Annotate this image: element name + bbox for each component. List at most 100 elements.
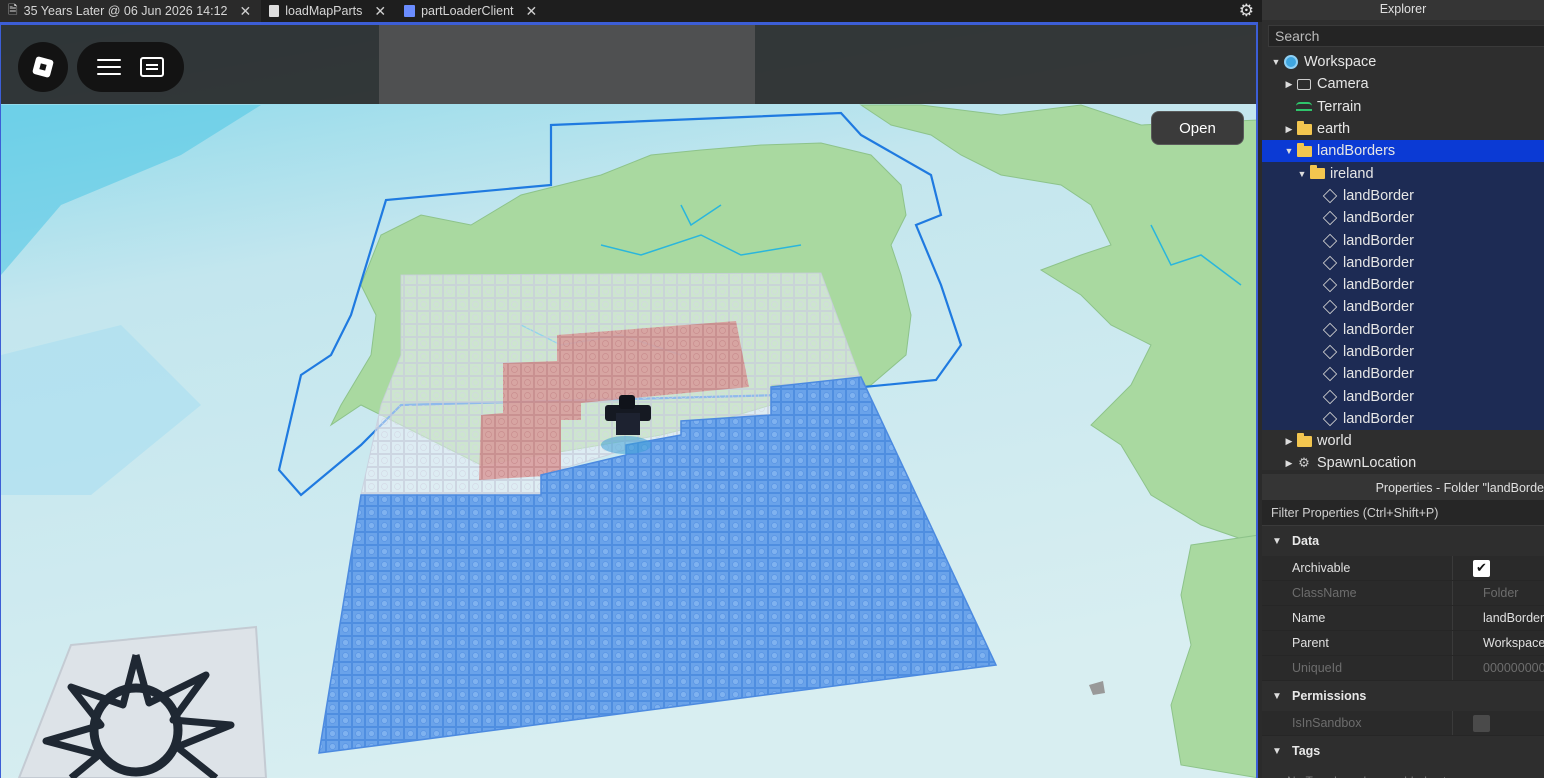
property-row-parent[interactable]: Parent Workspace (1262, 631, 1544, 656)
explorer-item-landborder[interactable]: landBorder (1262, 184, 1544, 208)
gear-icon[interactable]: ⚙ (1239, 1, 1254, 21)
tab-loadmapparts[interactable]: loadMapParts ✕ (261, 0, 396, 22)
map-scene (1, 25, 1256, 778)
spawn-icon: ⚙ (1298, 455, 1310, 470)
explorer-item-ireland[interactable]: ▼ ireland (1262, 162, 1544, 185)
explorer-item-label: Workspace (1304, 54, 1377, 71)
open-button[interactable]: Open (1151, 111, 1244, 145)
chevron-down-icon[interactable]: ▼ (1296, 169, 1308, 179)
property-name: Name (1292, 611, 1326, 625)
close-icon[interactable]: ✕ (526, 3, 538, 20)
folder-icon (1295, 432, 1313, 449)
explorer-item-label: SpawnLocation (1317, 455, 1417, 470)
explorer-search-input[interactable]: Search (1268, 25, 1544, 47)
section-tags[interactable]: ▼ Tags (1262, 736, 1544, 766)
part-icon (1321, 188, 1339, 204)
chevron-right-icon[interactable]: ▶ (1283, 458, 1295, 469)
explorer-item-label: landBorders (1317, 143, 1396, 160)
explorer-item-landborder[interactable]: landBorder (1262, 229, 1544, 252)
explorer-item-workspace[interactable]: ▼ Workspace (1262, 51, 1544, 73)
explorer-item-earth[interactable]: ▶ earth (1262, 118, 1544, 140)
chevron-right-icon[interactable]: ▶ (1283, 124, 1295, 135)
explorer-item-label: Terrain (1317, 98, 1362, 115)
explorer-item-label: landBorder (1343, 410, 1414, 427)
chat-icon[interactable] (140, 57, 165, 77)
explorer-item-landborder[interactable]: landBorder (1262, 340, 1544, 364)
hamburger-menu-icon[interactable] (96, 59, 121, 75)
section-data[interactable]: ▼ Data (1262, 526, 1544, 556)
explorer-item-label: Camera (1317, 76, 1369, 93)
explorer-title: Explorer (1262, 0, 1544, 20)
property-name: UniqueId (1292, 661, 1343, 675)
property-value[interactable]: 000000000 (1452, 656, 1544, 680)
explorer-item-label: world (1317, 433, 1352, 450)
explorer-item-landborder[interactable]: landBorder (1262, 363, 1544, 386)
properties-panel: Properties - Folder "landBorde Filter Pr… (1262, 474, 1544, 778)
property-value[interactable]: Workspace (1452, 631, 1544, 655)
tab-partloaderclient[interactable]: partLoaderClient ✕ (396, 0, 547, 22)
tab-place-label: 35 Years Later @ 06 Jun 2026 14:12 (23, 4, 228, 18)
property-row-classname[interactable]: ClassName Folder (1262, 581, 1544, 606)
explorer-item-label: landBorder (1343, 388, 1414, 405)
roblox-logo-icon (31, 55, 55, 79)
explorer-item-landborder[interactable]: landBorder (1262, 273, 1544, 297)
explorer-item-landborder[interactable]: landBorder (1262, 318, 1544, 341)
property-name: Parent (1292, 636, 1329, 650)
chevron-down-icon[interactable]: ▼ (1270, 57, 1282, 67)
property-name: Archivable (1292, 561, 1351, 575)
close-icon[interactable]: ✕ (239, 3, 251, 20)
folder-icon (1308, 165, 1326, 182)
game-viewport[interactable]: Open (0, 25, 1258, 778)
explorer-item-landborder[interactable]: landBorder (1262, 385, 1544, 408)
close-icon[interactable]: ✕ (374, 3, 386, 20)
part-icon (1321, 411, 1339, 427)
part-icon (1321, 322, 1339, 338)
part-icon (1321, 366, 1339, 382)
checkmark-icon[interactable]: ✔ (1473, 559, 1490, 577)
property-row-uniqueid[interactable]: UniqueId 000000000 (1262, 656, 1544, 681)
explorer-item-spawnlocation[interactable]: ▶ ⚙ SpawnLocation (1262, 452, 1544, 470)
explorer-item-landborder[interactable]: landBorder (1262, 207, 1544, 230)
roblox-menu-button[interactable] (18, 42, 68, 92)
tab-place[interactable]: 🗎 35 Years Later @ 06 Jun 2026 14:12 ✕ (0, 0, 262, 22)
section-permissions-label: Permissions (1292, 689, 1367, 703)
explorer-item-label: landBorder (1343, 254, 1414, 271)
explorer-item-landborder[interactable]: landBorder (1262, 251, 1544, 274)
chevron-right-icon[interactable]: ▶ (1283, 79, 1295, 90)
explorer-item-label: landBorder (1343, 187, 1414, 204)
property-row-name[interactable]: Name landBorder (1262, 606, 1544, 631)
properties-title: Properties - Folder "landBorde (1262, 474, 1544, 500)
part-icon (1321, 277, 1339, 293)
tab-loadmapparts-label: loadMapParts (285, 4, 363, 18)
chevron-down-icon: ▼ (1272, 745, 1282, 757)
chevron-right-icon[interactable]: ▶ (1283, 436, 1295, 447)
chevron-down-icon[interactable]: ▼ (1283, 146, 1295, 156)
topbar-pill (77, 42, 184, 92)
property-checkbox[interactable]: ✔ (1452, 556, 1544, 580)
explorer-item-label: landBorder (1343, 210, 1414, 227)
property-value[interactable]: landBorder (1452, 606, 1544, 630)
part-icon (1321, 255, 1339, 271)
explorer-item-terrain[interactable]: Terrain (1262, 96, 1544, 118)
explorer-item-landborder[interactable]: landBorder (1262, 296, 1544, 319)
part-icon (1321, 210, 1339, 226)
local-script-icon (404, 5, 416, 17)
property-value[interactable]: Folder (1452, 581, 1544, 605)
checkbox-empty-icon[interactable] (1473, 714, 1490, 732)
script-icon (269, 5, 280, 17)
section-permissions[interactable]: ▼ Permissions (1262, 681, 1544, 711)
explorer-item-camera[interactable]: ▶ Camera (1262, 73, 1544, 95)
property-row-isinsandbox[interactable]: IsInSandbox (1262, 711, 1544, 736)
explorer-item-landborder[interactable]: landBorder (1262, 407, 1544, 431)
property-checkbox[interactable] (1452, 711, 1544, 735)
property-row-archivable[interactable]: Archivable ✔ (1262, 556, 1544, 581)
topbar-center-panel (379, 25, 755, 104)
document-tab-bar: 🗎 35 Years Later @ 06 Jun 2026 14:12 ✕ l… (0, 0, 1262, 22)
filter-properties-input[interactable]: Filter Properties (Ctrl+Shift+P) (1262, 500, 1544, 526)
folder-icon (1295, 120, 1313, 137)
explorer-item-label: landBorder (1343, 344, 1414, 360)
explorer-item-landborders[interactable]: ▼ landBorders (1262, 140, 1544, 163)
explorer-tree: ▼ Workspace ▶ Camera Terrain ▶ earth ▼ landBorde… (1262, 51, 1544, 470)
explorer-item-world[interactable]: ▶ world (1262, 430, 1544, 452)
place-icon: 🗎 (8, 2, 18, 17)
